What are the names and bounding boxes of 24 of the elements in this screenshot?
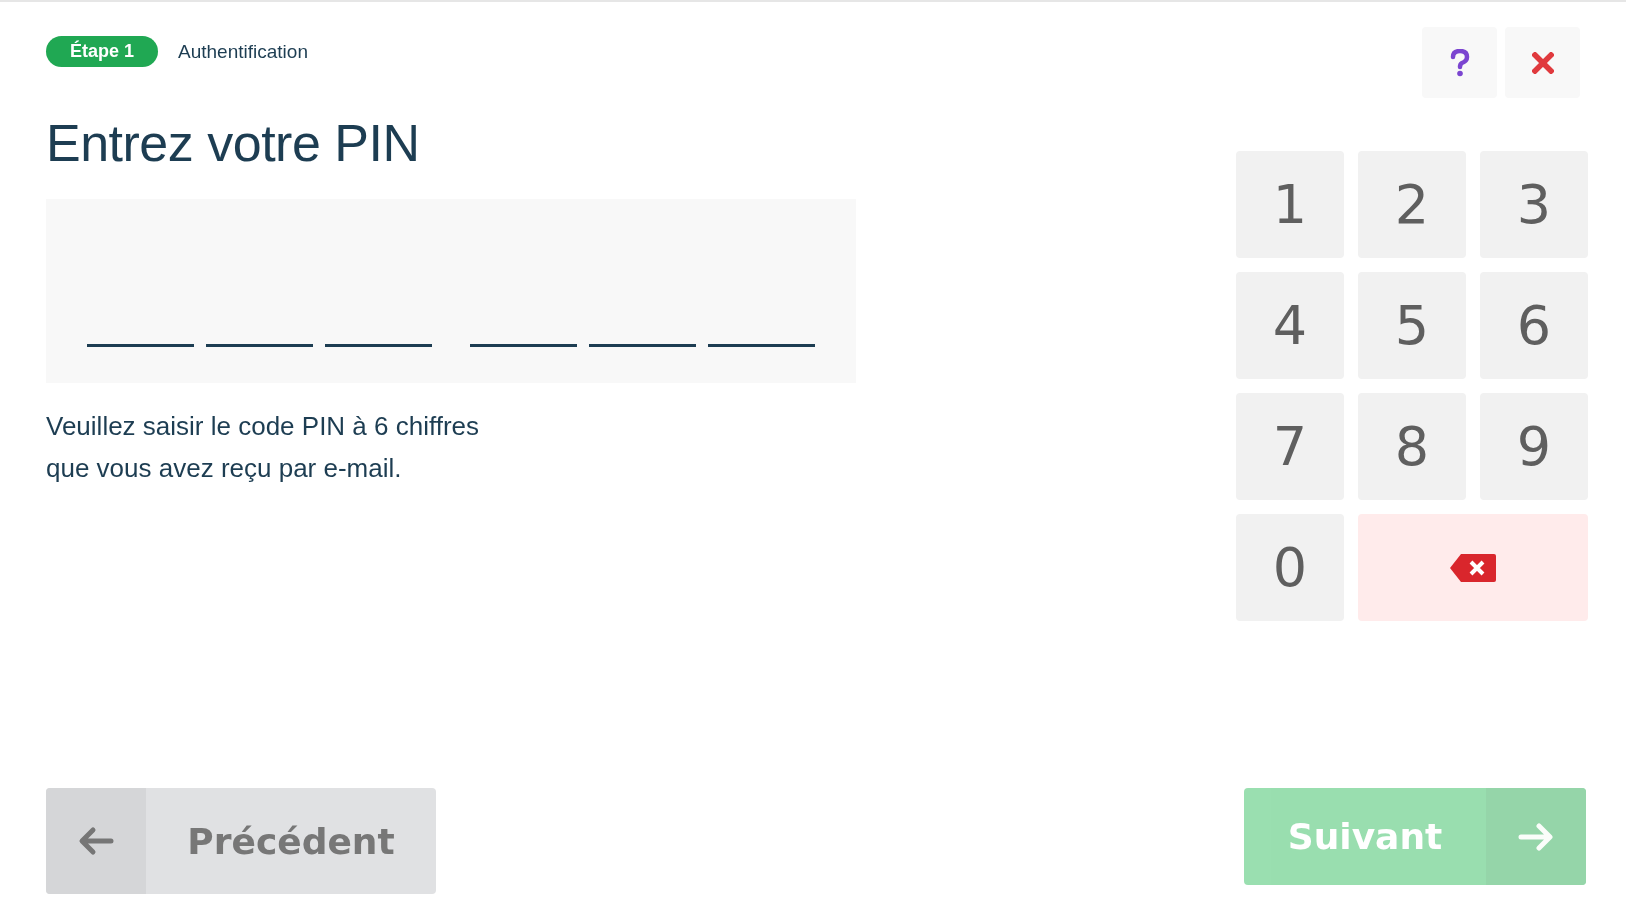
previous-button[interactable]: Précédent [46,788,436,894]
backspace-key[interactable] [1358,514,1588,621]
keypad-key[interactable]: 2 [1358,151,1466,258]
arrow-left-icon [78,826,114,856]
keypad-key[interactable]: 8 [1358,393,1466,500]
keypad-key[interactable]: 6 [1480,272,1588,379]
close-icon [1531,51,1554,74]
question-mark-icon [1449,48,1470,77]
backspace-icon [1449,552,1497,583]
step-title: Authentification [178,40,308,63]
close-button[interactable] [1505,27,1580,98]
keypad-key[interactable]: 4 [1236,272,1344,379]
pin-field[interactable] [46,199,856,383]
arrow-right-icon [1518,821,1554,852]
page-title: Entrez votre PIN [46,113,421,173]
keypad-key[interactable]: 7 [1236,393,1344,500]
keypad-key[interactable]: 5 [1358,272,1466,379]
keypad-key[interactable]: 1 [1236,151,1344,258]
keypad-key[interactable]: 0 [1236,514,1344,621]
keypad-key[interactable]: 9 [1480,393,1588,500]
help-button[interactable] [1422,27,1497,98]
keypad-key[interactable]: 3 [1480,151,1588,258]
instruction-text: Veuillez saisir le code PIN à 6 chiffres que vous avez reçu par e-mail. [46,410,481,485]
step-badge: Étape 1 [46,36,159,67]
